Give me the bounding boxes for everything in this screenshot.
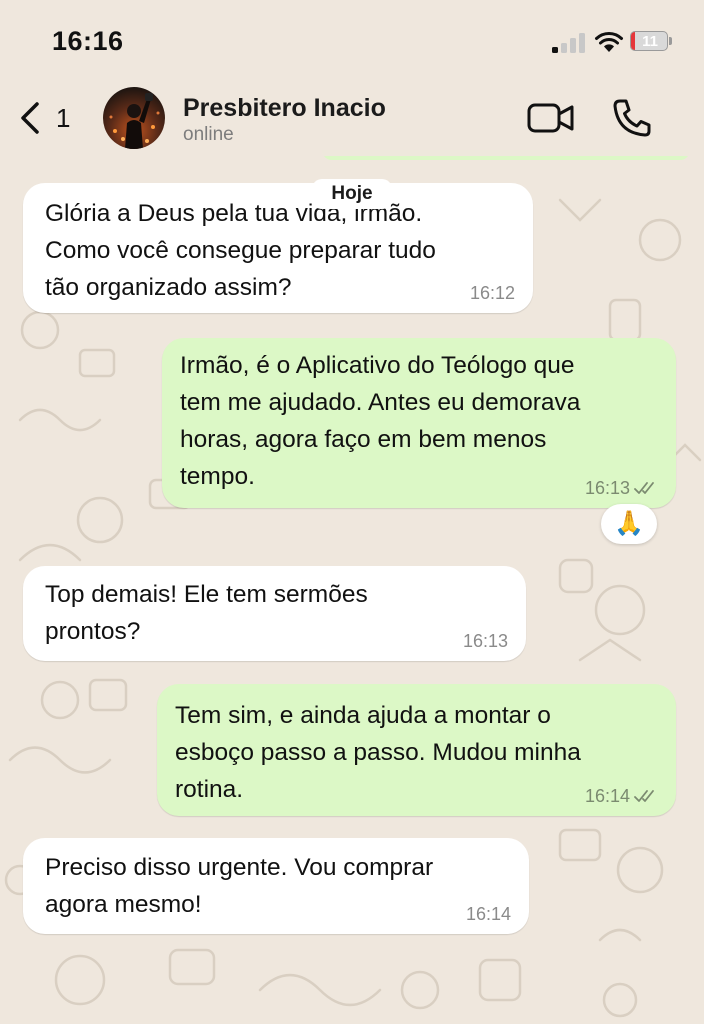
message-bubble-outgoing[interactable]: Tem sim, e ainda ajuda a montar o esboço… [157,684,676,816]
avatar[interactable] [103,87,165,149]
message-time: 16:12 [469,283,515,303]
status-bar: 16:16 11 [0,0,704,84]
double-check-read-icon [634,790,654,802]
date-divider: Hoje [312,179,392,209]
message-text: Preciso disso urgente. Vou comprar agora… [45,854,434,918]
status-time: 16:16 [52,26,124,56]
message-bubble-incoming[interactable]: Top demais! Ele tem sermões prontos? 16:… [23,566,526,661]
video-call-button[interactable] [527,101,575,135]
message-text: Top demais! Ele tem sermões prontos? [45,581,368,645]
message-meta: 16:14 [466,903,511,925]
message-reaction[interactable]: 🙏 [601,504,657,544]
phone-icon [613,99,651,137]
message-text: Irmão, é o Aplicativo do Teólogo que tem… [180,352,581,490]
voice-call-button[interactable] [610,98,652,138]
message-text: Glória a Deus pela tua vida, irmão. Como… [45,200,436,301]
message-meta: 16:14 [585,785,658,807]
battery-icon: 11 [630,31,674,53]
message-time: 16:13 [584,478,630,498]
back-button[interactable]: 1 [18,98,82,138]
contact-name[interactable]: Presbitero Inacio [183,94,386,123]
message-text: Tem sim, e ainda ajuda a montar o esboço… [175,702,581,803]
message-bubble-outgoing[interactable]: Irmão, é o Aplicativo do Teólogo que tem… [162,338,676,508]
double-check-read-icon [634,482,654,494]
battery-level: 11 [642,33,658,50]
message-bubble-incoming[interactable]: Preciso disso urgente. Vou comprar agora… [23,838,529,934]
wifi-icon [595,31,623,52]
chat-header: 1 Presbitero Inacio online [0,84,704,156]
message-time: 16:13 [462,631,508,651]
contact-status: online [183,124,234,145]
message-meta: 16:13 [463,630,508,652]
cellular-signal-icon [552,33,585,53]
chevron-left-icon [21,102,39,134]
video-camera-icon [527,103,574,133]
message-bubble-incoming[interactable]: Glória a Deus pela tua vida, irmão. Como… [23,183,533,313]
message-meta: 16:12 [470,282,515,304]
avatar-photo [103,87,165,149]
message-meta: 16:13 [585,477,658,499]
unread-count: 1 [56,103,71,133]
message-time: 16:14 [584,786,630,806]
message-time: 16:14 [465,904,511,924]
